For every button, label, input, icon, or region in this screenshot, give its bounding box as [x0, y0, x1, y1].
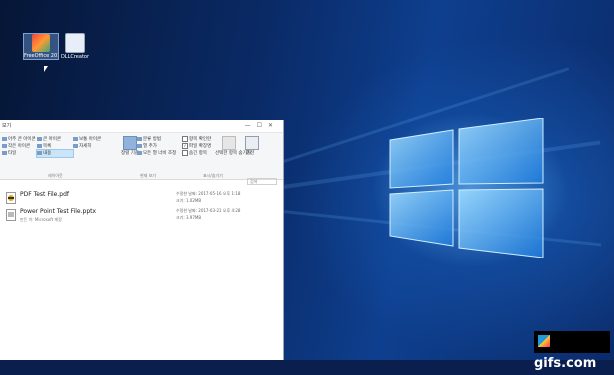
windows-logo — [389, 118, 544, 258]
close-icon[interactable]: ✕ — [268, 122, 279, 129]
checkbox[interactable] — [182, 150, 188, 156]
ribbon-tab-view[interactable]: 보기 — [2, 122, 11, 129]
window-controls: —☐✕ — [245, 122, 279, 129]
hide-selected-icon[interactable] — [222, 136, 236, 150]
layout-tiles[interactable]: 타일 — [2, 150, 16, 156]
title-bar: 보기 —☐✕ — [0, 120, 283, 133]
layout-icon — [2, 144, 7, 148]
gifs-logo-icon — [538, 335, 550, 347]
checkbox[interactable] — [182, 136, 188, 142]
checkbox-checked[interactable]: ✓ — [182, 143, 188, 149]
size-columns-button[interactable]: 모든 열 너비 조정 — [137, 150, 176, 156]
group-icon — [137, 137, 142, 141]
file-name: Power Point Test File.pptx — [20, 208, 97, 215]
group-label-current-view: 현재 보기 — [140, 173, 156, 178]
file-modified: 수정한 날짜: 2017-03-21 오후 4:28 — [176, 208, 241, 213]
layout-medium-icons[interactable]: 보통 아이콘 — [73, 136, 101, 142]
file-size: 크기: 3.97MB — [176, 215, 202, 220]
checkbox-hidden-items[interactable]: 숨긴 항목 — [182, 150, 207, 156]
maximize-icon[interactable]: ☐ — [257, 122, 268, 129]
options-button[interactable]: 옵션 — [246, 150, 254, 156]
columns-icon — [137, 144, 142, 148]
layout-extra-large-icons[interactable]: 아주 큰 아이콘 — [2, 136, 36, 142]
file-item[interactable]: Power Point Test File.pptx 만든 이: Microso… — [6, 208, 276, 224]
layout-content[interactable]: 내용 — [37, 150, 51, 156]
layout-small-icons[interactable]: 작은 아이콘 — [2, 143, 30, 149]
installer-icon — [32, 34, 50, 52]
file-explorer-window: 보기 —☐✕ 아주 큰 아이콘 큰 아이콘 보통 아이콘 작은 아이콘 목록 자… — [0, 120, 284, 360]
layout-large-icons[interactable]: 큰 아이콘 — [37, 136, 61, 142]
layout-icon — [2, 137, 7, 141]
checkbox-item-check-boxes[interactable]: 항목 확인란 — [182, 136, 211, 142]
layout-icon — [73, 144, 78, 148]
desktop-icon-label: FreeOffice 2016 Installer — [24, 53, 58, 59]
minimize-icon[interactable]: — — [245, 122, 257, 129]
file-size: 크기: 1.02MB — [176, 198, 202, 203]
ribbon: 아주 큰 아이콘 큰 아이콘 보통 아이콘 작은 아이콘 목록 자세히 타일 내… — [0, 133, 283, 180]
file-owner: 만든 이: Microsoft 계정 — [20, 217, 62, 222]
search-input[interactable]: 검색 — [247, 178, 277, 185]
layout-details[interactable]: 자세히 — [73, 143, 91, 149]
pdf-file-icon — [6, 192, 16, 204]
checkbox-file-extensions[interactable]: ✓ 파일 확장명 — [182, 143, 211, 149]
add-columns-button[interactable]: 열 추가 — [137, 143, 157, 149]
app-icon — [65, 33, 85, 53]
group-label-show-hide: 표시/숨기기 — [203, 173, 223, 178]
group-by-button[interactable]: 분류 방법 — [137, 136, 161, 142]
layout-icon — [2, 151, 7, 155]
layout-icon — [37, 144, 42, 148]
group-label-layout: 레이아웃 — [48, 173, 63, 178]
pptx-file-icon — [6, 209, 16, 221]
desktop-icon-dllcreator[interactable]: DLLCreator — [58, 33, 92, 60]
resize-icon — [137, 151, 142, 155]
desktop-background: FreeOffice 2016 Installer DLLCreator 보기 … — [0, 0, 614, 371]
file-item[interactable]: PDF Test File.pdf 수정한 날짜: 2017-05-16 오후 … — [6, 191, 276, 207]
layout-icon — [37, 137, 42, 141]
sort-by-icon[interactable] — [123, 136, 137, 150]
desktop-icon-installer[interactable]: FreeOffice 2016 Installer — [23, 33, 59, 60]
file-name: PDF Test File.pdf — [20, 191, 69, 198]
desktop-icon-label: DLLCreator — [60, 54, 90, 60]
mouse-cursor-icon — [44, 66, 48, 72]
layout-icon — [37, 151, 42, 155]
options-icon[interactable] — [245, 136, 259, 150]
watermark: gifs.com — [534, 331, 610, 371]
layout-icon — [73, 137, 78, 141]
file-modified: 수정한 날짜: 2017-05-16 오후 1:18 — [176, 191, 241, 196]
